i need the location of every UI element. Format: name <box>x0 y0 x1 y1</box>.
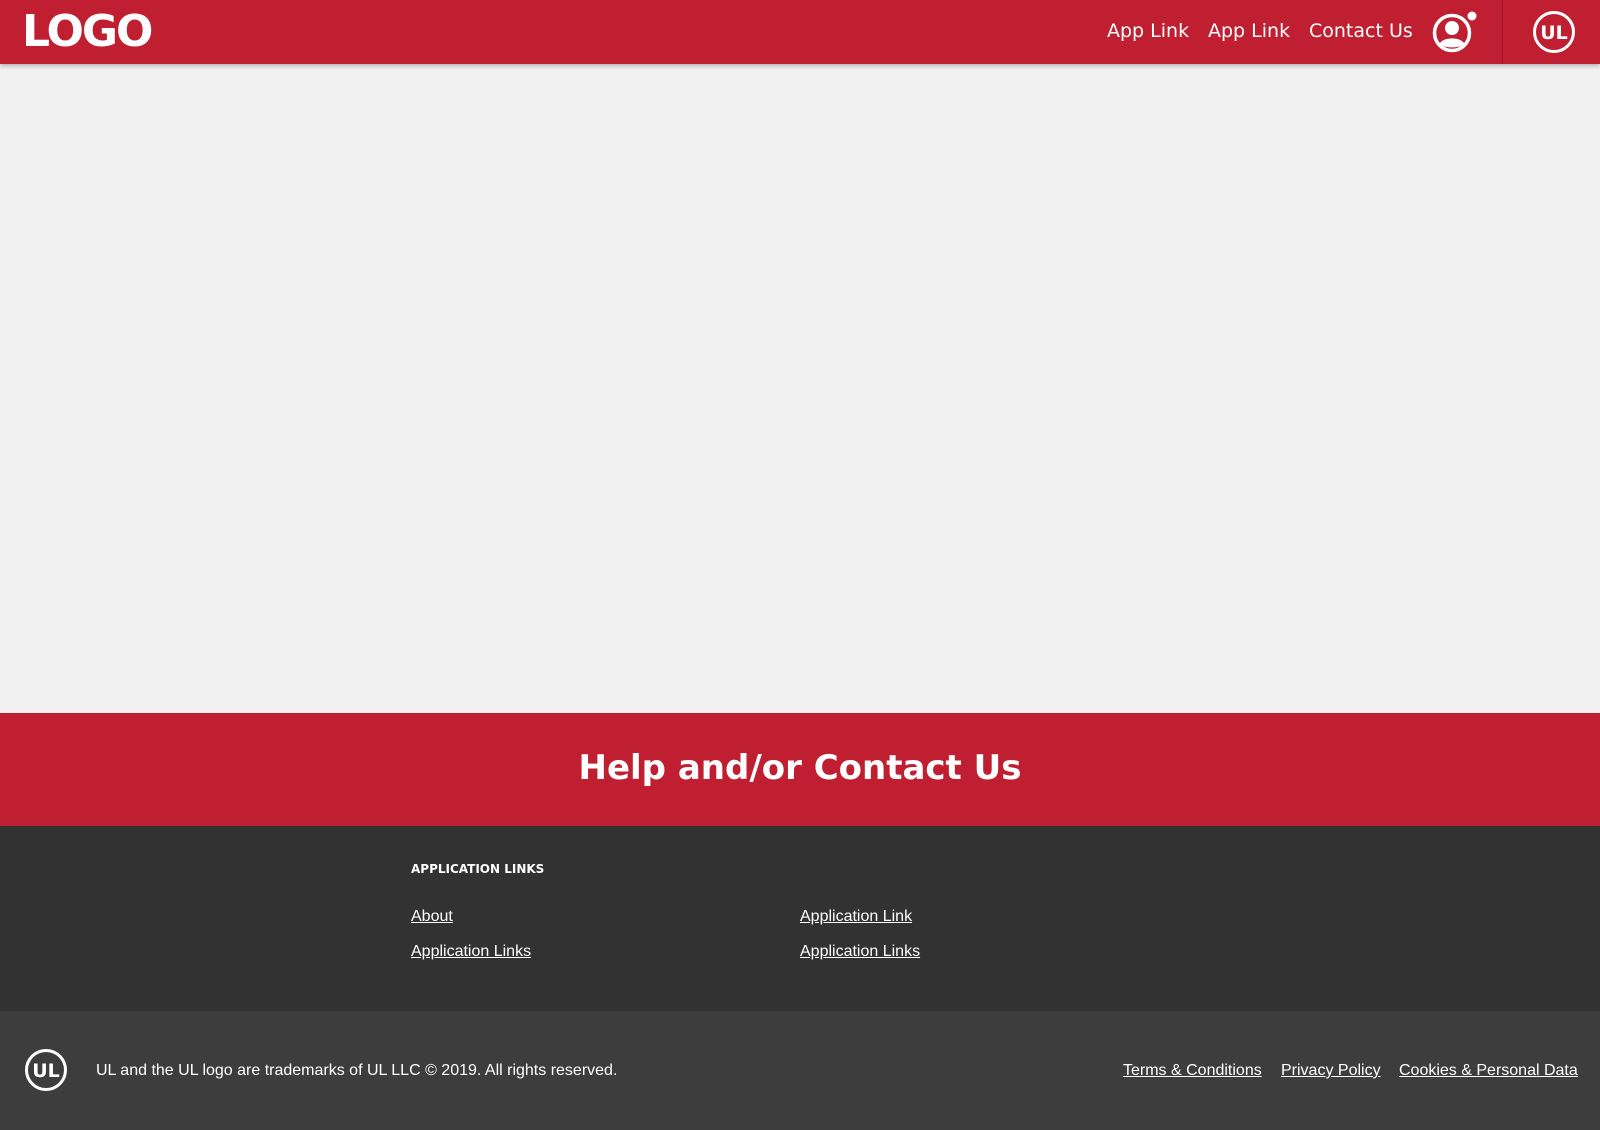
main-content <box>0 64 1600 713</box>
application-links-footer: APPLICATION LINKS About Application Link… <box>0 826 1600 1011</box>
bottom-footer: UL UL and the UL logo are trademarks of … <box>0 1011 1600 1130</box>
svg-text:UL: UL <box>1540 22 1568 44</box>
top-header: LOGO App Link App Link Contact Us UL <box>0 0 1600 64</box>
user-profile-icon[interactable] <box>1430 9 1478 57</box>
page: LOGO App Link App Link Contact Us UL Hel… <box>0 0 1600 1130</box>
site-logo[interactable]: LOGO <box>22 6 153 58</box>
footer-link-application-links-1[interactable]: Application Links <box>411 943 531 961</box>
notification-dot <box>1467 11 1477 21</box>
footer-link-application-link[interactable]: Application Link <box>800 908 912 926</box>
footer-link-application-links-2[interactable]: Application Links <box>800 943 920 961</box>
nav-app-link-2[interactable]: App Link <box>1208 20 1290 42</box>
terms-link[interactable]: Terms & Conditions <box>1123 1062 1262 1080</box>
help-title[interactable]: Help and/or Contact Us <box>0 748 1600 788</box>
svg-text:UL: UL <box>32 1060 60 1082</box>
footer-link-about[interactable]: About <box>411 908 453 926</box>
copyright-text: UL and the UL logo are trademarks of UL … <box>96 1062 618 1079</box>
nav-contact-us[interactable]: Contact Us <box>1309 20 1413 42</box>
help-banner: Help and/or Contact Us <box>0 713 1600 826</box>
ul-logo-icon[interactable]: UL <box>1532 10 1576 54</box>
privacy-policy-link[interactable]: Privacy Policy <box>1281 1062 1381 1080</box>
nav-app-link-1[interactable]: App Link <box>1107 20 1189 42</box>
cookies-link[interactable]: Cookies & Personal Data <box>1399 1062 1578 1080</box>
header-divider <box>1502 0 1503 64</box>
application-links-heading: APPLICATION LINKS <box>411 862 545 876</box>
ul-footer-logo-icon: UL <box>25 1049 67 1091</box>
